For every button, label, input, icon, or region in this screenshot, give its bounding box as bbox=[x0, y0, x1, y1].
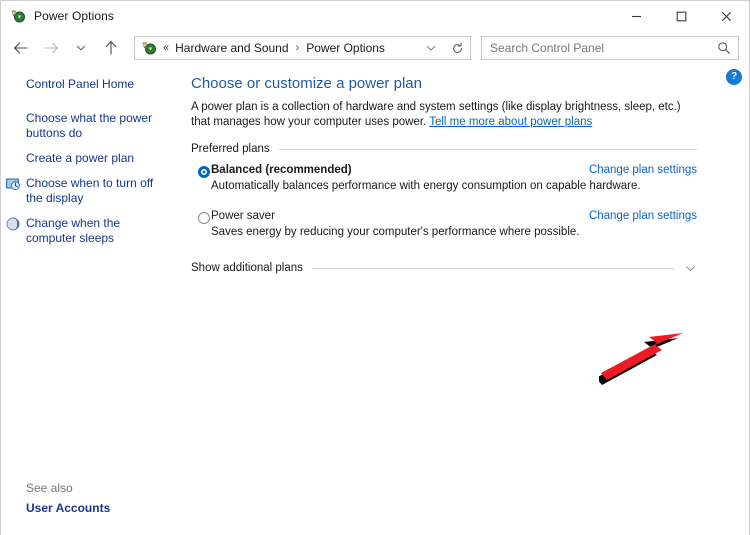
forward-arrow-icon[interactable] bbox=[36, 33, 66, 63]
window-controls bbox=[614, 1, 749, 31]
moon-sleep-icon bbox=[5, 216, 21, 232]
breadcrumb-hardware-and-sound[interactable]: Hardware and Sound bbox=[174, 41, 289, 55]
show-additional-divider bbox=[311, 267, 675, 269]
sidebar-item-turn-off-display[interactable]: Choose when to turn off the display bbox=[1, 173, 181, 209]
recent-locations-chevron-down-icon[interactable] bbox=[66, 33, 96, 63]
help-question-icon[interactable]: ? bbox=[726, 69, 742, 85]
plan-name-balanced: Balanced (recommended) bbox=[211, 164, 352, 176]
back-arrow-icon[interactable] bbox=[6, 33, 36, 63]
plan-balanced[interactable]: Balanced (recommended) Change plan setti… bbox=[189, 164, 697, 193]
breadcrumb-leading-separator: « bbox=[163, 41, 170, 54]
address-bar[interactable]: « Hardware and Sound › Power Options bbox=[134, 36, 471, 60]
sidebar-item-computer-sleeps[interactable]: Change when the computer sleeps bbox=[1, 213, 181, 249]
plan-power-saver[interactable]: Power saver Change plan settings Saves e… bbox=[189, 210, 697, 239]
display-clock-icon bbox=[5, 176, 21, 192]
sidebar-item-label: Choose when to turn off the display bbox=[26, 176, 154, 205]
main-content: Choose or customize a power plan A power… bbox=[186, 65, 750, 535]
tell-me-more-link[interactable]: Tell me more about power plans bbox=[429, 116, 592, 128]
navigation-toolbar: « Hardware and Sound › Power Options Sea… bbox=[1, 31, 749, 65]
plan-row: Power saver Change plan settings bbox=[202, 210, 697, 222]
minimize-button[interactable] bbox=[614, 1, 659, 31]
plan-description-power-saver: Saves energy by reducing your computer's… bbox=[211, 226, 580, 238]
see-also-user-accounts[interactable]: User Accounts bbox=[1, 497, 181, 518]
radio-power-saver[interactable] bbox=[198, 212, 210, 224]
page-description: A power plan is a collection of hardware… bbox=[189, 100, 694, 129]
close-button[interactable] bbox=[704, 1, 749, 31]
address-power-plug-icon bbox=[141, 40, 157, 56]
sidebar-item-choose-power-buttons[interactable]: Choose what the power buttons do bbox=[1, 108, 181, 144]
group-divider bbox=[278, 148, 697, 150]
power-plug-icon bbox=[10, 8, 26, 24]
change-plan-settings-balanced[interactable]: Change plan settings bbox=[589, 164, 697, 176]
page-title: Choose or customize a power plan bbox=[191, 75, 422, 92]
plan-description-balanced: Automatically balances performance with … bbox=[211, 180, 641, 192]
address-chevron-down-icon[interactable] bbox=[418, 37, 444, 59]
preferred-plans-group-header: Preferred plans bbox=[189, 143, 697, 155]
show-additional-plans[interactable]: Show additional plans bbox=[189, 261, 697, 275]
power-options-window: Power Options « Hardware and Sound › Pow… bbox=[0, 0, 750, 535]
window-body: Control Panel Home Choose what the power… bbox=[1, 65, 749, 535]
sidebar-item-label: Change when the computer sleeps bbox=[26, 216, 121, 245]
search-placeholder: Search Control Panel bbox=[490, 41, 605, 55]
sidebar: Control Panel Home Choose what the power… bbox=[1, 65, 186, 535]
sidebar-item-create-power-plan[interactable]: Create a power plan bbox=[1, 148, 181, 169]
sidebar-item-label: Create a power plan bbox=[26, 151, 135, 165]
plan-row: Balanced (recommended) Change plan setti… bbox=[202, 164, 697, 176]
sidebar-item-control-panel-home[interactable]: Control Panel Home bbox=[1, 74, 181, 95]
show-additional-plans-label: Show additional plans bbox=[191, 262, 303, 274]
see-also-section: See also User Accounts bbox=[1, 479, 186, 518]
preferred-plans-label: Preferred plans bbox=[191, 143, 270, 155]
search-input[interactable]: Search Control Panel bbox=[481, 36, 739, 60]
title-bar: Power Options bbox=[1, 1, 749, 31]
change-plan-settings-power-saver[interactable]: Change plan settings bbox=[589, 210, 697, 222]
show-additional-plans-chevron-down-icon[interactable] bbox=[683, 261, 697, 275]
refresh-icon[interactable] bbox=[444, 37, 470, 59]
up-arrow-icon[interactable] bbox=[96, 33, 126, 63]
breadcrumb-power-options[interactable]: Power Options bbox=[305, 41, 386, 55]
maximize-button[interactable] bbox=[659, 1, 704, 31]
plan-name-power-saver: Power saver bbox=[211, 210, 275, 222]
sidebar-item-label: Control Panel Home bbox=[26, 77, 135, 91]
see-also-link-label: User Accounts bbox=[26, 501, 111, 515]
radio-balanced[interactable] bbox=[198, 166, 210, 178]
window-title: Power Options bbox=[34, 9, 115, 23]
search-icon[interactable] bbox=[710, 37, 738, 59]
breadcrumb-separator-icon: › bbox=[295, 42, 300, 54]
see-also-title: See also bbox=[26, 481, 73, 495]
sidebar-item-label: Choose what the power buttons do bbox=[26, 111, 153, 140]
